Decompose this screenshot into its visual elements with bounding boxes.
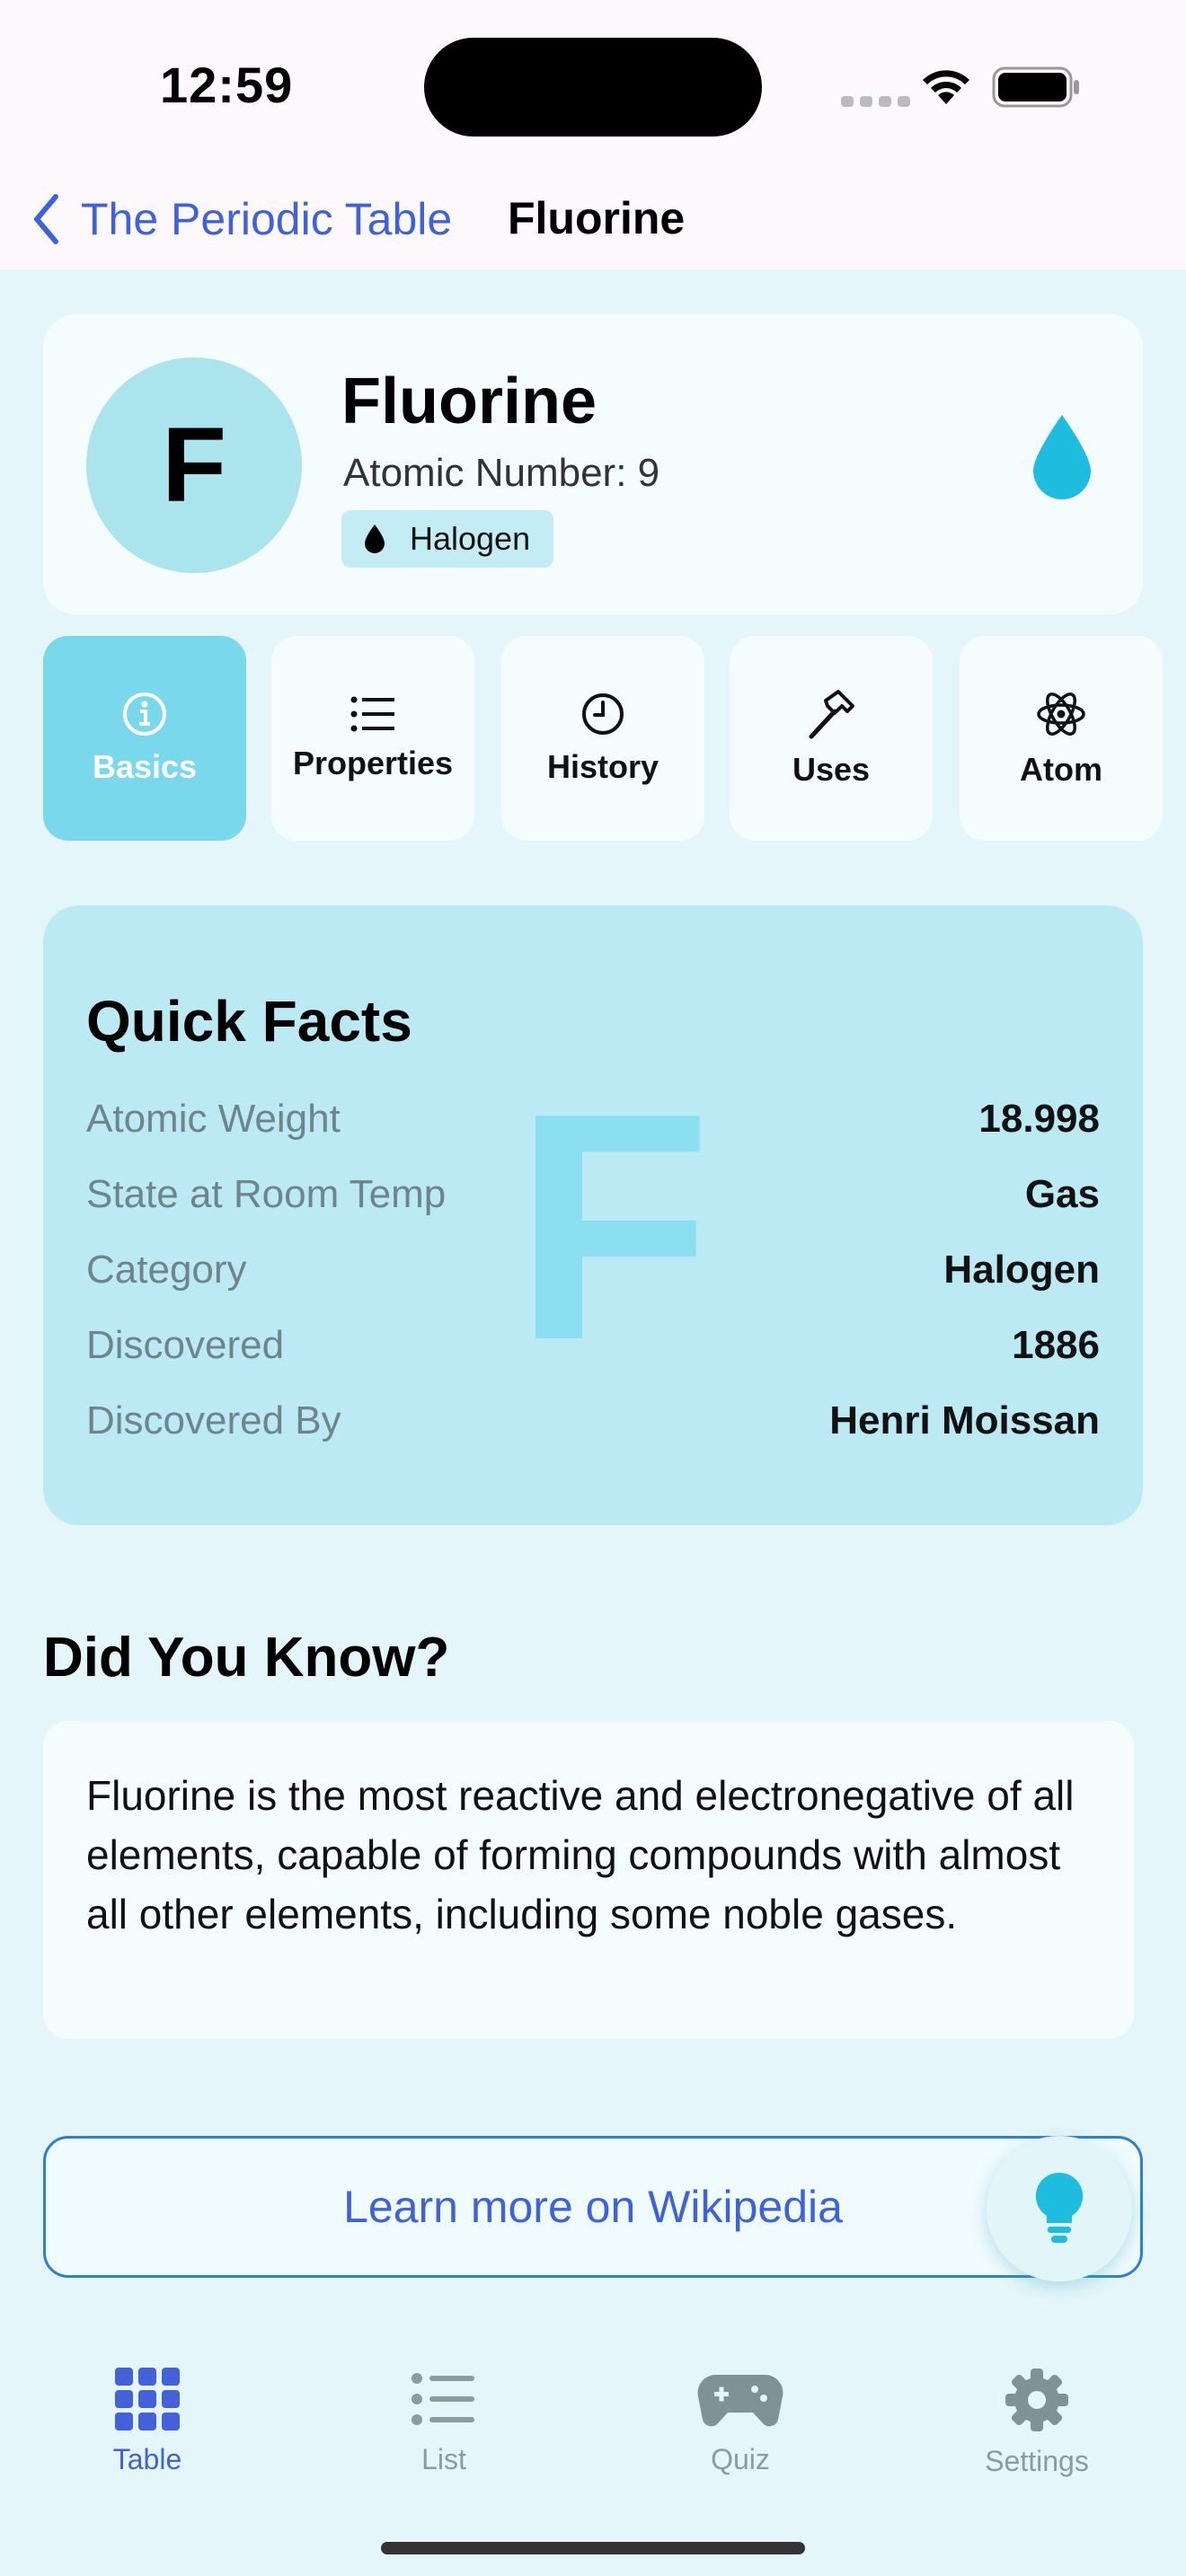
battery-icon <box>992 66 1079 108</box>
dynamic-island <box>424 38 762 137</box>
wikipedia-button-label: Learn more on Wikipedia <box>343 2182 843 2232</box>
fact-row-atomic-weight: Atomic Weight 18.998 <box>86 1092 1100 1146</box>
tab-label: History <box>546 748 659 785</box>
tab-bar-label: Settings <box>985 2445 1089 2477</box>
tab-bar-label: List <box>421 2443 466 2475</box>
fact-value: Halogen <box>943 1248 1100 1292</box>
drop-icon <box>1033 415 1091 499</box>
fact-label: Discovered <box>86 1323 285 1367</box>
tab-bar-label: Table <box>112 2443 182 2475</box>
tab-bar-list[interactable]: List <box>354 2368 534 2476</box>
tab-properties[interactable]: Properties <box>271 636 474 841</box>
chevron-left-icon <box>34 194 58 244</box>
did-you-know-title: Did You Know? <box>43 1627 450 1689</box>
home-indicator <box>381 2542 805 2554</box>
fact-row-state: State at Room Temp Gas <box>86 1168 1100 1222</box>
fact-value: Henri Moissan <box>829 1398 1100 1442</box>
page-title: Fluorine <box>508 193 686 243</box>
grid-icon <box>115 2368 180 2430</box>
drop-icon <box>365 525 385 553</box>
tab-uses[interactable]: Uses <box>730 636 933 841</box>
status-bar: 12:59 <box>0 0 1186 171</box>
list-icon <box>412 2373 474 2425</box>
tab-atom[interactable]: Atom <box>960 636 1163 841</box>
tab-bar-settings[interactable]: Settings <box>947 2368 1127 2478</box>
back-button[interactable]: The Periodic Table <box>32 183 452 255</box>
list-icon <box>350 696 394 732</box>
fact-label: Atomic Weight <box>86 1097 341 1141</box>
hint-button[interactable] <box>987 2136 1132 2281</box>
gamecontroller-icon <box>697 2375 783 2427</box>
tab-label: Atom <box>1020 751 1102 788</box>
gear-icon <box>1005 2369 1068 2431</box>
category-badge: Halogen <box>341 510 554 568</box>
tab-basics[interactable]: Basics <box>43 636 246 841</box>
fact-label: State at Room Temp <box>86 1172 447 1216</box>
element-header-card: F Fluorine Atomic Number: 9 Halogen <box>43 314 1143 614</box>
tab-bar-quiz[interactable]: Quiz <box>651 2368 830 2476</box>
fact-row-discovered-by: Discovered By Henri Moissan <box>86 1394 1100 1448</box>
clock-icon <box>582 693 624 735</box>
element-symbol: F <box>86 357 302 573</box>
tab-bar-table[interactable]: Table <box>58 2368 237 2476</box>
fact-value: 18.998 <box>978 1097 1100 1141</box>
fact-row-discovered: Discovered 1886 <box>86 1319 1100 1372</box>
back-button-label: The Periodic Table <box>81 194 453 244</box>
lightbulb-icon <box>1035 2172 1084 2243</box>
did-you-know-card: Fluorine is the most reactive and electr… <box>43 1721 1134 2039</box>
atomic-number: Atomic Number: 9 <box>343 451 660 495</box>
fact-value: 1886 <box>1012 1323 1100 1367</box>
tab-label: Uses <box>792 751 871 788</box>
tab-label: Properties <box>292 745 454 781</box>
info-icon <box>123 693 166 736</box>
fact-value: Gas <box>1024 1172 1100 1216</box>
did-you-know-text: Fluorine is the most reactive and electr… <box>86 1772 1075 1937</box>
cellular-signal-icon <box>841 95 916 111</box>
tab-bar-label: Quiz <box>711 2443 770 2475</box>
wifi-icon <box>923 70 969 104</box>
fact-row-category: Category Halogen <box>86 1243 1100 1297</box>
wikipedia-button[interactable]: Learn more on Wikipedia <box>43 2136 1143 2278</box>
fact-label: Discovered By <box>86 1398 341 1442</box>
fact-label: Category <box>86 1248 247 1292</box>
element-name: Fluorine <box>341 366 597 437</box>
navigation-bar: The Periodic Table Fluorine <box>0 171 1186 269</box>
atom-icon <box>1037 693 1085 736</box>
quick-facts-title: Quick Facts <box>86 989 412 1054</box>
quick-facts-card: F Quick Facts Atomic Weight 18.998 State… <box>43 905 1143 1525</box>
section-tabs: Basics Properties History Uses Atom <box>43 636 1186 841</box>
tab-label: Basics <box>92 748 198 785</box>
tab-history[interactable]: History <box>501 636 704 841</box>
category-badge-label: Halogen <box>410 520 531 557</box>
hammer-icon <box>809 690 854 739</box>
status-time: 12:59 <box>160 57 294 113</box>
